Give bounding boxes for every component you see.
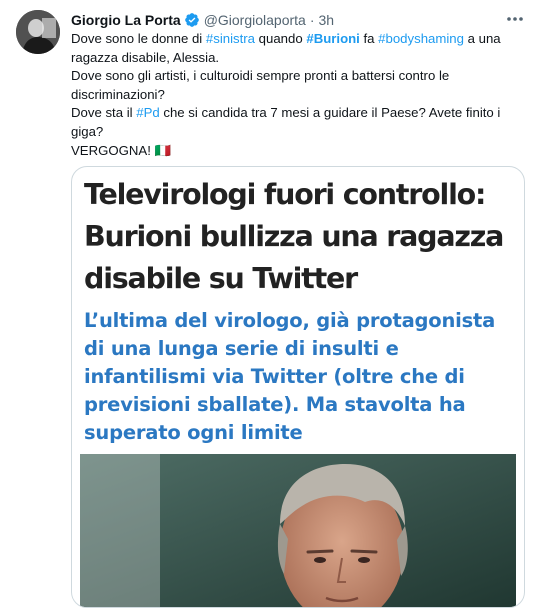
tweet-line: Dove sono le donne di #sinistra quando #… <box>71 30 516 49</box>
article-photo <box>80 454 516 607</box>
hashtag-burioni[interactable]: #Burioni <box>306 31 359 46</box>
tweet-text: Dove sono le donne di #sinistra quando #… <box>71 30 516 160</box>
headline-line: disabile su Twitter <box>84 262 358 295</box>
article-subhead: L’ultima del virologo, già protagonista … <box>84 307 514 447</box>
text-span: Dove sta il <box>71 105 137 121</box>
text-span: a una <box>463 31 501 46</box>
tweet-line: discriminazioni? <box>71 86 165 102</box>
subhead-line: di una lunga serie di insulti e <box>84 337 399 360</box>
tweet-line: VERGOGNA! 🇮🇹 <box>71 142 171 158</box>
subhead-line: infantilismi via Twitter (oltre che di <box>84 365 465 388</box>
text-span: Dove sono le donne di <box>71 31 206 46</box>
tweet[interactable]: Giorgio La Porta @Giorgiolaporta · 3h Do… <box>0 0 543 608</box>
timestamp[interactable]: 3h <box>319 12 335 28</box>
headline-line: Televirologi fuori controllo: <box>84 178 486 211</box>
tweet-line: giga? <box>71 123 104 139</box>
subhead-line: superato ogni limite <box>84 421 303 444</box>
hashtag-sinistra[interactable]: #sinistra <box>206 31 255 46</box>
tweet-header: Giorgio La Porta @Giorgiolaporta · 3h <box>71 10 334 30</box>
article-card[interactable]: Televirologi fuori controllo: Burioni bu… <box>71 166 525 608</box>
hashtag-pd[interactable]: #Pd <box>136 105 159 120</box>
article-headline: Televirologi fuori controllo: Burioni bu… <box>84 174 514 300</box>
subhead-line: L’ultima del virologo, già protagonista <box>84 309 496 332</box>
headline-line: Burioni bullizza una ragazza <box>84 220 504 253</box>
subhead-line: previsioni sballate). Ma stavolta ha <box>84 393 466 416</box>
tweet-line: ragazza disabile, Alessia. <box>71 49 220 65</box>
verified-badge-icon <box>184 12 200 28</box>
text-span: fa <box>359 31 379 46</box>
author-handle[interactable]: @Giorgiolaporta <box>204 12 306 28</box>
text-span: che si candida tra 7 mesi a guidare il P… <box>159 105 501 121</box>
text-span: quando <box>255 31 307 46</box>
separator-dot: · <box>309 12 315 28</box>
hashtag-bodyshaming[interactable]: #bodyshaming <box>378 31 464 46</box>
more-options-icon[interactable] <box>505 10 525 28</box>
tweet-line: Dove sta il #Pd che si candida tra 7 mes… <box>71 104 516 123</box>
tweet-line: Dove sono gli artisti, i culturoidi semp… <box>71 68 450 84</box>
author-name[interactable]: Giorgio La Porta <box>71 12 181 28</box>
avatar[interactable] <box>16 10 60 54</box>
